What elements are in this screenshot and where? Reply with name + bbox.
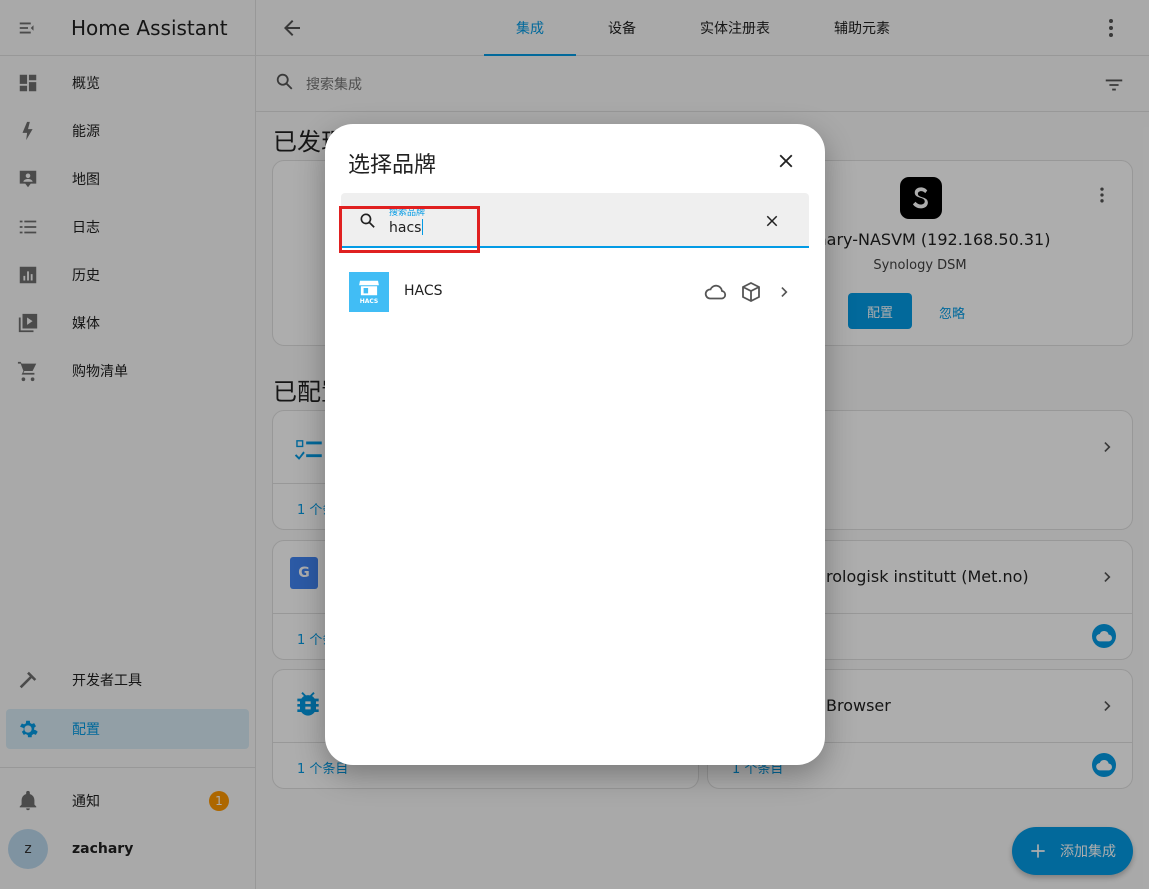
cloud-outline-icon (704, 284, 727, 300)
brand-icons (703, 280, 795, 304)
chevron-right-icon (781, 287, 788, 297)
close-icon (779, 154, 793, 168)
dialog-title: 选择品牌 (348, 153, 437, 178)
package-icon (742, 281, 760, 303)
close-dialog-button[interactable] (775, 150, 797, 176)
brand-result-hacs[interactable]: HACS HACS (341, 268, 809, 316)
clear-search-button[interactable] (763, 212, 781, 234)
hacs-logo-text: HACS (359, 298, 379, 305)
hacs-logo: HACS (349, 272, 389, 312)
store-icon (359, 280, 379, 296)
close-icon (766, 215, 778, 227)
search-highlight-box (339, 206, 480, 253)
brand-name: HACS (404, 283, 443, 299)
